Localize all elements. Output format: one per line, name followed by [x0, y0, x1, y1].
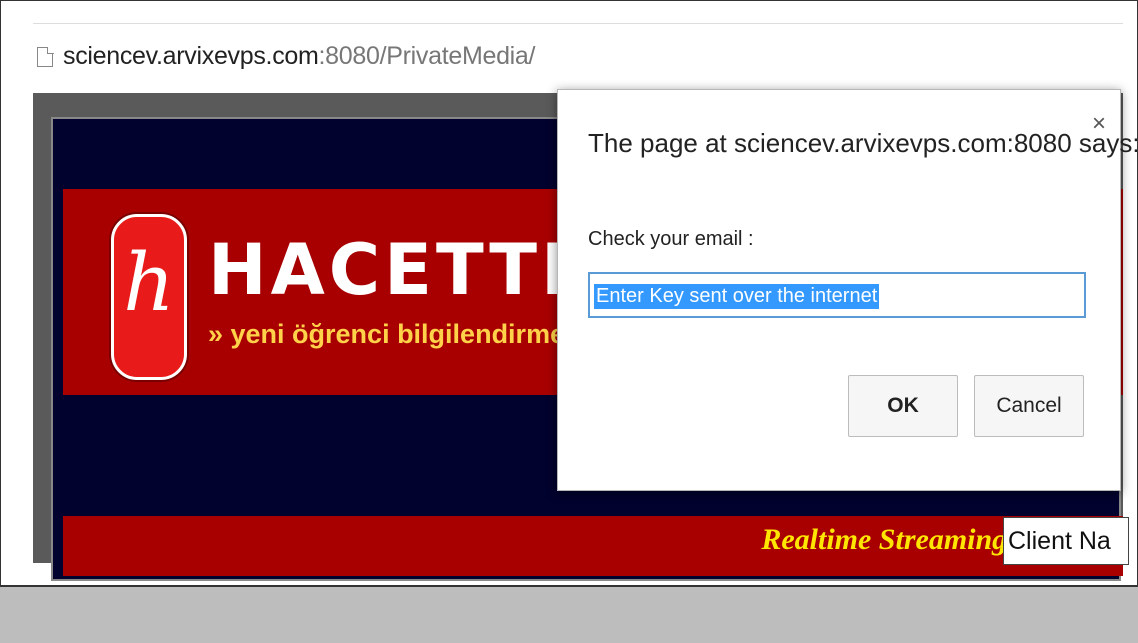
streaming-title: Realtime Streaming P	[761, 523, 1033, 556]
url-host: sciencev.arvixevps.com	[63, 42, 319, 70]
dialog-message: Check your email :	[588, 228, 754, 250]
streaming-bar: Realtime Streaming P	[63, 516, 1123, 576]
selected-input-value: Enter Key sent over the internet	[594, 284, 880, 309]
ok-button[interactable]: OK	[848, 375, 958, 437]
url-text[interactable]: sciencev.arvixevps.com:8080/PrivateMedia…	[63, 42, 535, 71]
address-bar[interactable]: sciencev.arvixevps.com:8080/PrivateMedia…	[33, 23, 1123, 94]
client-name-field[interactable]: Client Na	[1003, 517, 1129, 565]
page-icon	[37, 46, 54, 67]
screenshot-frame: sciencev.arvixevps.com:8080/PrivateMedia…	[0, 0, 1138, 586]
key-input[interactable]: Enter Key sent over the internet	[588, 272, 1086, 318]
prompt-dialog: × The page at sciencev.arvixevps.com:808…	[557, 89, 1137, 491]
cancel-button[interactable]: Cancel	[974, 375, 1084, 437]
hacettepe-logo: h	[111, 214, 187, 380]
footer-bar	[0, 586, 1138, 643]
url-path: :8080/PrivateMedia/	[318, 42, 536, 70]
dialog-title: The page at sciencev.arvixevps.com:8080 …	[588, 128, 1138, 158]
logo-h-glyph: h	[123, 236, 175, 329]
